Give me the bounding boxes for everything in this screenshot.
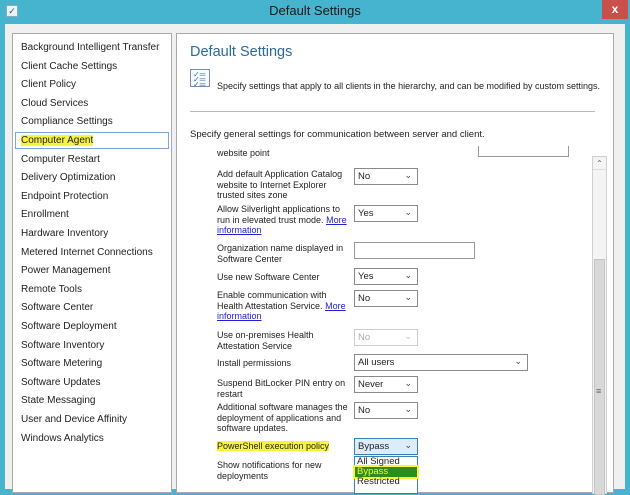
sidebar-item[interactable]: Cloud Services: [21, 98, 88, 109]
sidebar-item[interactable]: Background Intelligent Transfer: [21, 42, 159, 53]
chevron-down-icon: ⌄: [404, 270, 412, 280]
scrollbar-thumb[interactable]: ≡: [594, 259, 605, 495]
vertical-scrollbar[interactable]: ⌃ ≡: [592, 156, 607, 495]
sidebar-item-label: Cloud Services: [21, 97, 89, 109]
settings-category-list: Background Intelligent Transfer Client Ca…: [12, 33, 172, 493]
silverlight-select[interactable]: Yes ⌄: [354, 205, 418, 222]
sidebar-item[interactable]: State Messaging: [21, 395, 96, 406]
setting-label: Allow Silverlight applications to run in…: [217, 204, 347, 235]
sidebar-item[interactable]: Compliance Settings: [21, 116, 113, 127]
sidebar-item[interactable]: Software Deployment: [21, 321, 117, 332]
app-catalog-trusted-select[interactable]: No ⌄: [354, 168, 418, 185]
sidebar-item-label: User and Device Affinity: [21, 414, 127, 425]
sidebar-item[interactable]: Remote Tools: [21, 284, 82, 295]
setting-label: Organization name displayed in Software …: [217, 243, 344, 264]
sidebar-item[interactable]: Power Management: [21, 265, 111, 276]
chevron-down-icon: ⌄: [404, 292, 412, 302]
sidebar-item[interactable]: Hardware Inventory: [21, 228, 108, 239]
additional-software-select[interactable]: No ⌄: [354, 402, 418, 419]
partial-label: website point: [217, 148, 270, 158]
website-point-field[interactable]: [478, 146, 569, 157]
install-permissions-select[interactable]: All users ⌄: [354, 354, 528, 371]
title-bar: ✓ Default Settings x: [0, 0, 630, 24]
chevron-down-icon: ⌄: [404, 207, 412, 217]
chevron-down-icon: ⌄: [404, 404, 412, 414]
close-button[interactable]: x: [602, 0, 628, 19]
sidebar-item[interactable]: Delivery Optimization: [21, 172, 115, 183]
setting-label: Show notifications for new deployments: [217, 460, 322, 481]
setting-label: Additional software manages the deployme…: [217, 402, 348, 433]
scroll-up-icon[interactable]: ⌃: [593, 157, 606, 170]
dialog-body: Background Intelligent Transfer Client Ca…: [5, 24, 625, 495]
sidebar-item-label: Delivery Optimization: [21, 172, 116, 184]
sidebar-item-label: Computer Agent: [21, 135, 94, 146]
sidebar-item-label: Hardware Inventory: [21, 228, 109, 239]
settings-panel: Default Settings ✓═ ✓═ ✓═ Specify settings…: [176, 33, 614, 495]
setting-label: Use new Software Center: [217, 272, 320, 282]
on-premises-health-select: No ⌄: [354, 329, 418, 346]
powershell-policy-select[interactable]: Bypass ⌄: [354, 438, 418, 455]
checklist-icon: ✓═ ✓═ ✓═: [190, 69, 210, 89]
sidebar-item-label: Computer Restart: [21, 153, 100, 165]
sidebar-item[interactable]: Windows Analytics: [21, 433, 104, 444]
sidebar-item-label: Software Updates: [21, 376, 101, 388]
sidebar-item-label: Client Policy: [21, 79, 77, 91]
sidebar-item-label: Software Deployment: [21, 321, 117, 332]
sidebar-item-label: Compliance Settings: [21, 116, 113, 128]
sidebar-item[interactable]: Metered Internet Connections: [21, 247, 153, 258]
bitlocker-pin-select[interactable]: Never ⌄: [354, 376, 418, 393]
sidebar-item-label: Software Center: [21, 302, 94, 314]
sidebar-item[interactable]: Client Policy: [21, 79, 76, 90]
setting-label: Enable communication with Health Attesta…: [217, 290, 346, 321]
sidebar-item-label: State Messaging: [21, 395, 96, 407]
chevron-down-icon: ⌄: [404, 378, 412, 388]
new-software-center-select[interactable]: Yes ⌄: [354, 268, 418, 285]
sidebar-item[interactable]: Computer Restart: [21, 154, 100, 165]
sidebar-item[interactable]: User and Device Affinity: [21, 414, 127, 425]
grip-icon: ≡: [596, 386, 602, 396]
chevron-down-icon: ⌄: [514, 356, 522, 366]
sidebar-item[interactable]: Computer Agent: [15, 132, 169, 149]
sidebar-item-label: Client Cache Settings: [21, 60, 118, 72]
sidebar-item[interactable]: Software Updates: [21, 377, 101, 388]
powershell-policy-dropdown: All Signed Bypass Restricted: [354, 456, 418, 494]
health-attestation-select[interactable]: No ⌄: [354, 290, 418, 307]
setting-label: Add default Application Catalog website …: [217, 169, 343, 200]
sidebar-item[interactable]: Software Inventory: [21, 340, 104, 351]
sidebar-item[interactable]: Enrollment: [21, 209, 69, 220]
sidebar-item-label: Endpoint Protection: [21, 190, 109, 202]
sidebar-item-label: Software Inventory: [21, 339, 105, 351]
option-restricted[interactable]: Restricted: [355, 477, 417, 487]
divider: [190, 111, 595, 112]
sidebar-item-label: Enrollment: [21, 209, 69, 221]
sidebar-item[interactable]: Client Cache Settings: [21, 61, 117, 72]
page-description: Specify settings that apply to all clien…: [217, 81, 601, 91]
chevron-down-icon: ⌄: [404, 170, 412, 180]
setting-label: PowerShell execution policy: [217, 441, 330, 451]
window-title: Default Settings: [269, 3, 361, 18]
sidebar-item-label: Remote Tools: [21, 283, 82, 295]
sidebar-item[interactable]: Software Metering: [21, 358, 102, 369]
setting-label: Use on-premises Health Attestation Servi…: [217, 330, 314, 351]
chevron-down-icon: ⌄: [404, 440, 412, 450]
page-title: Default Settings: [190, 44, 293, 60]
setting-label: Suspend BitLocker PIN entry on restart: [217, 378, 346, 399]
sidebar-item[interactable]: Software Center: [21, 302, 93, 313]
setting-label: Install permissions: [217, 358, 292, 368]
chevron-down-icon: ⌄: [404, 331, 412, 341]
sidebar-item-label: Software Metering: [21, 358, 103, 370]
sidebar-item-label: Background Intelligent Transfer: [21, 42, 160, 53]
sidebar-item-label: Power Management: [21, 265, 111, 277]
section-description: Specify general settings for communicati…: [190, 129, 485, 140]
sidebar-item-label: Windows Analytics: [21, 432, 104, 444]
organization-name-input[interactable]: [354, 242, 475, 259]
sidebar-item-label: Metered Internet Connections: [21, 246, 153, 258]
sidebar-item[interactable]: Endpoint Protection: [21, 191, 108, 202]
